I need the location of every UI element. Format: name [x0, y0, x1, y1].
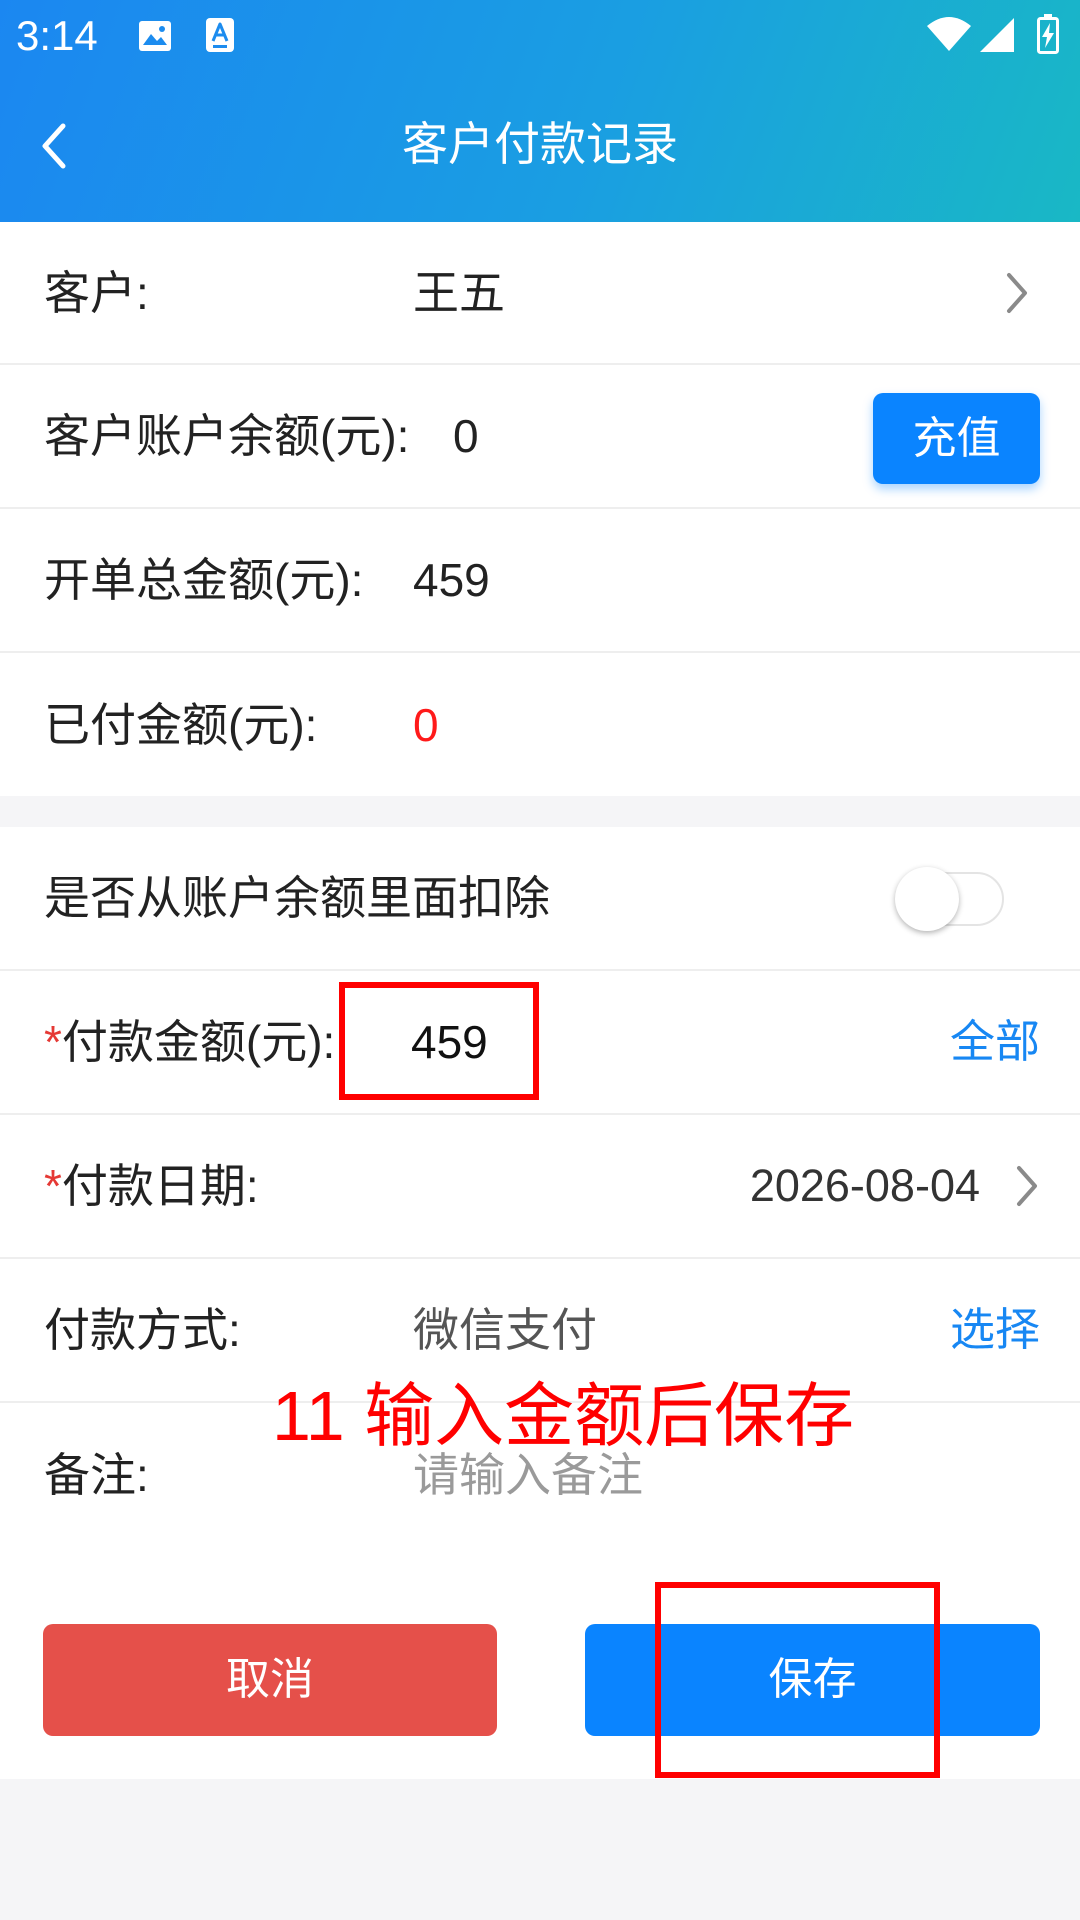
page-title: 客户付款记录 [402, 118, 678, 170]
annotation-text: 11 输入金额后保存 [272, 1377, 855, 1455]
chevron-right-icon [1017, 1166, 1037, 1206]
payment-amount-label-text: 付款金额(元): [61, 1016, 336, 1068]
text-a-icon [206, 18, 234, 52]
paid-amount-row: 已付金额(元): 0 [0, 653, 1080, 796]
wifi-icon [927, 17, 971, 51]
order-total-label: 开单总金额(元): [44, 554, 364, 606]
payment-date-row[interactable]: *付款日期: 2026-08-04 [0, 1115, 1080, 1259]
payment-form-panel: 是否从账户余额里面扣除 *付款金额(元): 全部 *付款日期: 2026-08-… [0, 827, 1080, 1779]
customer-value: 王五 [413, 266, 505, 319]
recharge-button[interactable]: 充值 [873, 393, 1040, 484]
payment-amount-label: *付款金额(元): [44, 1014, 335, 1070]
payment-date-label-text: 付款日期: [61, 1160, 259, 1212]
payment-amount-row: *付款金额(元): 全部 [0, 971, 1080, 1115]
deduct-balance-label: 是否从账户余额里面扣除 [44, 872, 550, 924]
paid-amount-label: 已付金额(元): [44, 698, 318, 751]
toggle-knob [895, 867, 959, 931]
order-total-value: 459 [413, 554, 490, 606]
required-mark: * [44, 1160, 62, 1212]
payment-date-label: *付款日期: [44, 1158, 259, 1214]
remark-label: 备注: [44, 1449, 149, 1501]
app-header: 3:14 客户付款记录 [0, 0, 1080, 222]
payment-method-label: 付款方式: [44, 1304, 241, 1356]
cancel-button[interactable]: 取消 [43, 1624, 497, 1736]
save-button[interactable]: 保存 [585, 1624, 1040, 1736]
image-icon [139, 21, 171, 51]
select-method-link[interactable]: 选择 [950, 1302, 1040, 1358]
payment-method-value: 微信支付 [413, 1304, 597, 1356]
customer-row[interactable]: 客户: 王五 [0, 222, 1080, 365]
order-total-row: 开单总金额(元): 459 [0, 509, 1080, 653]
cellular-signal-icon [980, 18, 1014, 52]
deduct-balance-toggle[interactable] [895, 866, 1005, 932]
required-mark: * [44, 1016, 62, 1068]
deduct-balance-row: 是否从账户余额里面扣除 [0, 827, 1080, 971]
paid-amount-value: 0 [413, 698, 439, 751]
customer-label: 客户: [44, 266, 149, 319]
payment-date-value: 2026-08-04 [749, 1160, 980, 1211]
balance-value: 0 [453, 410, 479, 462]
payment-amount-input[interactable] [411, 1012, 531, 1072]
all-amount-link[interactable]: 全部 [950, 1014, 1040, 1070]
order-summary-panel: 客户: 王五 客户账户余额(元): 0 充值 开单总金额(元): 459 已付金… [0, 222, 1080, 796]
balance-row: 客户账户余额(元): 0 充值 [0, 365, 1080, 509]
chevron-right-icon [1007, 272, 1027, 313]
balance-label: 客户账户余额(元): [44, 410, 410, 462]
status-time: 3:14 [16, 12, 98, 59]
battery-charging-icon [1037, 14, 1059, 54]
